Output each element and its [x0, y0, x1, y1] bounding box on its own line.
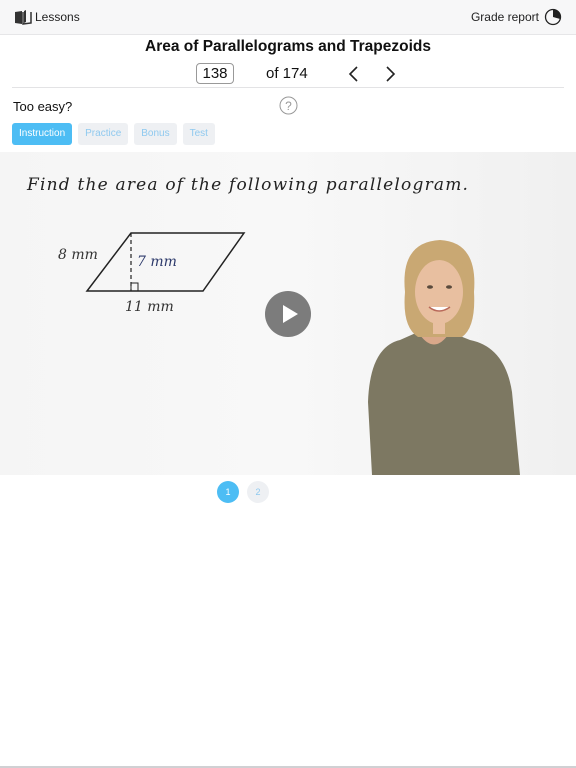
top-bar: Lessons Grade report	[0, 0, 576, 35]
lesson-title: Area of Parallelograms and Trapezoids	[145, 38, 431, 55]
video-page-1[interactable]: 1	[217, 481, 239, 503]
presenter-figure	[368, 240, 520, 475]
base-label: 11 mm	[125, 299, 174, 315]
play-icon	[283, 305, 298, 323]
tab-practice[interactable]: Practice	[78, 123, 129, 145]
video-player[interactable]: Find the area of the following parallelo…	[0, 152, 576, 475]
play-button[interactable]	[265, 291, 311, 337]
chevron-right-icon[interactable]	[382, 64, 398, 84]
lessons-button[interactable]: Lessons	[14, 9, 80, 25]
svg-text:?: ?	[285, 99, 292, 113]
board-heading: Find the area of the following parallelo…	[26, 175, 469, 195]
lessons-label: Lessons	[35, 10, 80, 24]
too-easy-link[interactable]: Too easy?	[13, 99, 72, 114]
right-angle-marker	[130, 282, 139, 292]
grade-report-button[interactable]: Grade report	[471, 8, 562, 26]
video-page-2[interactable]: 2	[247, 481, 269, 503]
divider	[12, 87, 564, 88]
grade-report-label: Grade report	[470, 10, 539, 24]
side-label: 8 mm	[58, 247, 98, 263]
page-total: of 174	[266, 65, 308, 82]
page-number-input[interactable]	[196, 63, 234, 84]
pie-chart-icon	[544, 8, 562, 26]
lesson-pager: of 174	[0, 63, 576, 85]
section-tabs: Instruction Practice Bonus Test	[12, 123, 221, 145]
tab-test[interactable]: Test	[182, 123, 215, 145]
height-label: 7 mm	[137, 254, 177, 270]
question-circle-icon[interactable]: ?	[279, 96, 298, 115]
book-icon	[15, 10, 32, 25]
tab-instruction[interactable]: Instruction	[12, 123, 73, 145]
video-pagination: 1 2	[217, 481, 277, 503]
tab-bonus[interactable]: Bonus	[134, 123, 177, 145]
chevron-left-icon[interactable]	[346, 64, 362, 84]
